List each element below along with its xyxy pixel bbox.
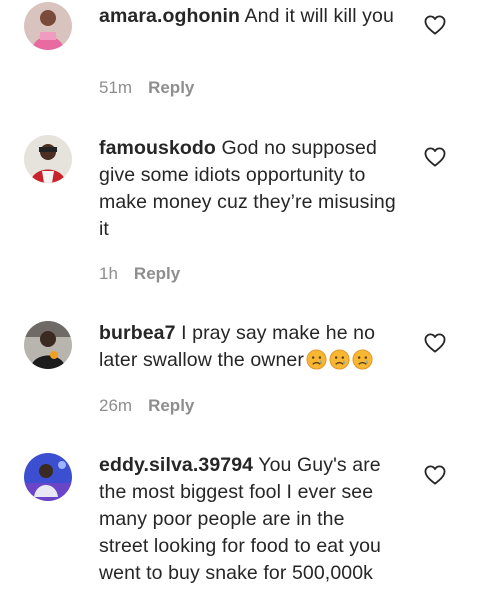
- reply-button[interactable]: Reply: [148, 78, 194, 97]
- comment-time: 26m: [99, 396, 133, 415]
- comment-username[interactable]: burbea7: [99, 322, 176, 344]
- comment-text: amara.oghonin And it will kill you: [99, 3, 399, 30]
- heart-outline-icon[interactable]: [424, 465, 446, 485]
- heart-outline-icon[interactable]: [424, 15, 446, 35]
- reply-button[interactable]: Reply: [148, 396, 194, 415]
- comment-time: 51m: [99, 78, 133, 97]
- comment-username[interactable]: amara.oghonin: [99, 5, 240, 27]
- comment-username[interactable]: famouskodo: [99, 137, 216, 159]
- avatar[interactable]: [24, 453, 72, 501]
- avatar[interactable]: [24, 135, 72, 183]
- comment-text: famouskodo God no supposed give some idi…: [99, 135, 399, 243]
- reply-button[interactable]: Reply: [134, 264, 180, 283]
- avatar[interactable]: [24, 2, 72, 50]
- comment-text: burbea7 I pray say make he no later swal…: [99, 320, 399, 374]
- heart-outline-icon[interactable]: [424, 147, 446, 167]
- comment-text: eddy.silva.39794 You Guy's are the most …: [99, 452, 399, 587]
- emoji-group: [304, 349, 373, 371]
- comment-meta: 1h Reply: [99, 264, 180, 284]
- crying-face-icon: [352, 349, 373, 370]
- comment-meta: 26m Reply: [99, 396, 194, 416]
- comment-time: 1h: [99, 264, 118, 283]
- avatar[interactable]: [24, 321, 72, 369]
- heart-outline-icon[interactable]: [424, 333, 446, 353]
- comment-meta: 51m Reply: [99, 78, 194, 98]
- crying-face-icon: [329, 349, 350, 370]
- crying-face-icon: [306, 349, 327, 370]
- comment-username[interactable]: eddy.silva.39794: [99, 454, 253, 476]
- comment-body: And it will kill you: [244, 5, 394, 27]
